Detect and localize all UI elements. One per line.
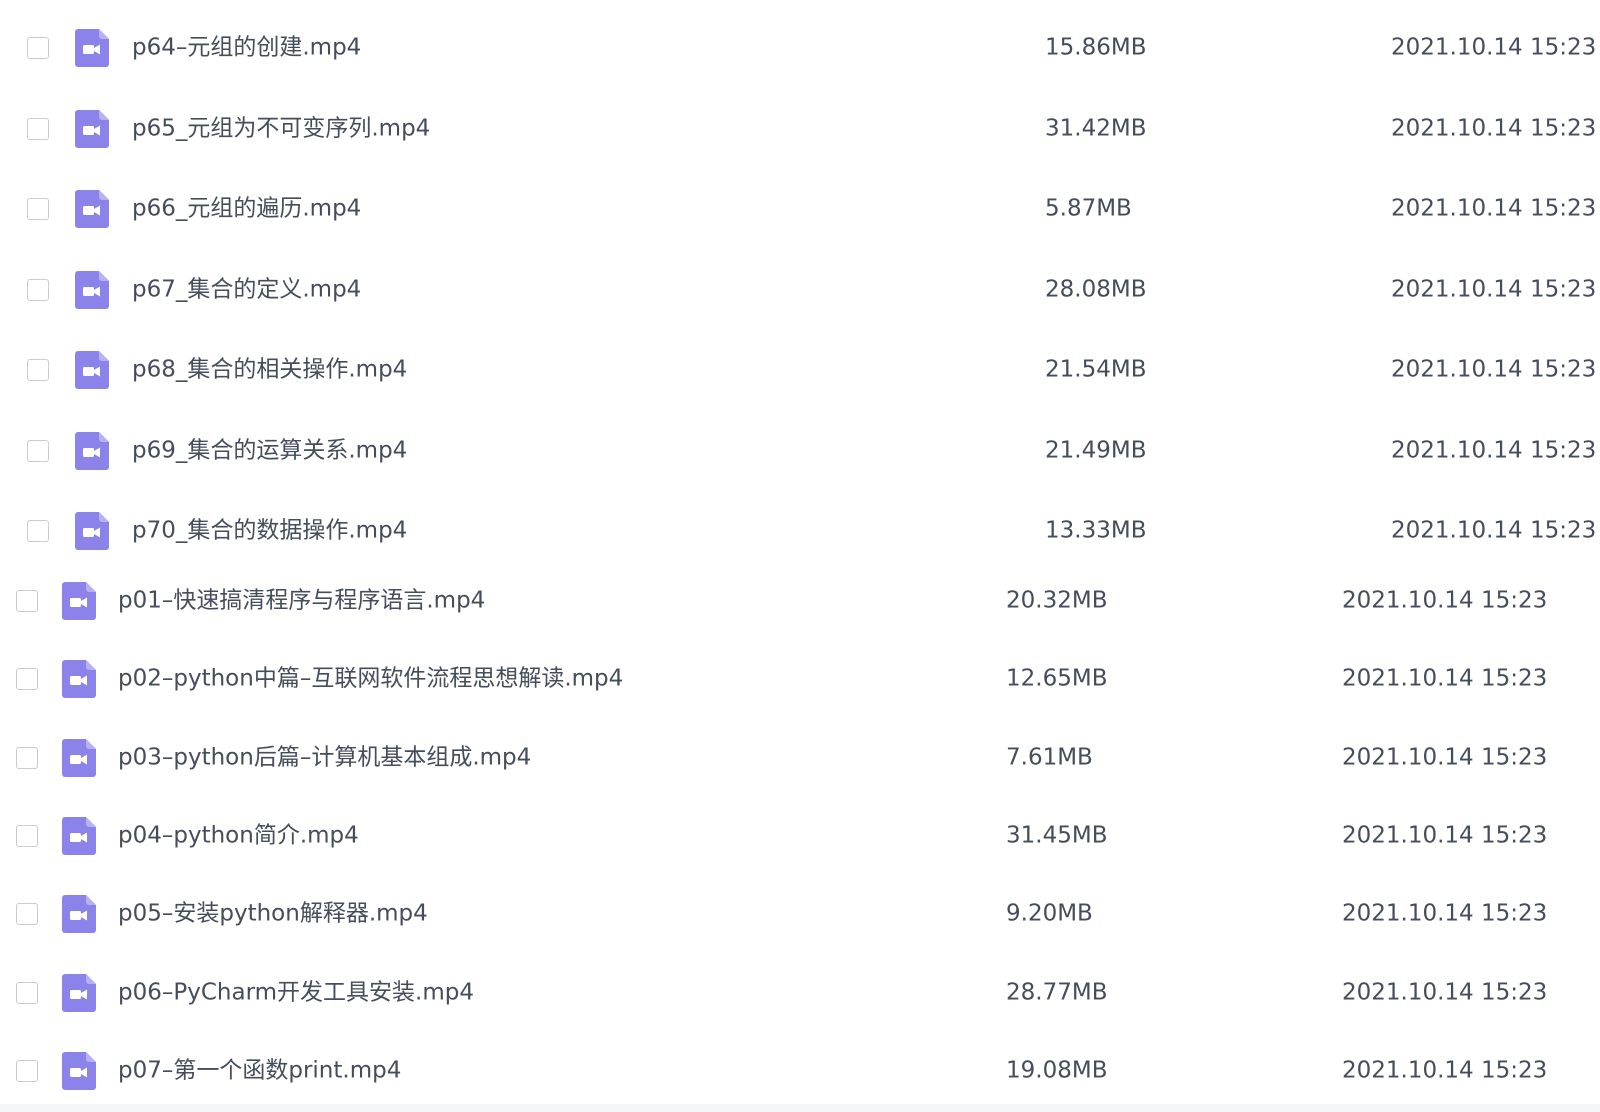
row-checkbox[interactable] <box>16 746 38 769</box>
video-file-icon <box>75 270 109 309</box>
file-row-section-b-2[interactable]: p02–python中篇–互联网软件流程思想解读.mp4 12.65MB 202… <box>0 640 1600 718</box>
file-size: 7.61MB <box>1006 744 1093 771</box>
file-row-section-b-3[interactable]: p03–python后篇–计算机基本组成.mp4 7.61MB 2021.10.… <box>0 719 1600 797</box>
file-name[interactable]: p03–python后篇–计算机基本组成.mp4 <box>118 746 531 769</box>
file-size: 28.77MB <box>1006 979 1108 1006</box>
row-checkbox[interactable] <box>27 198 49 221</box>
file-size: 20.32MB <box>1006 587 1108 614</box>
file-size: 21.49MB <box>1045 437 1147 464</box>
file-row-section-b-1[interactable]: p01–快速搞清程序与程序语言.mp4 20.32MB 2021.10.14 1… <box>0 562 1600 640</box>
file-name[interactable]: p66_元组的遍历.mp4 <box>132 197 361 221</box>
video-file-icon <box>62 895 96 934</box>
file-date: 2021.10.14 15:23 <box>1391 195 1597 222</box>
row-checkbox[interactable] <box>16 903 38 926</box>
file-name[interactable]: p06–PyCharm开发工具安装.mp4 <box>118 981 474 1004</box>
video-file-icon <box>62 582 96 621</box>
file-name[interactable]: p68_集合的相关操作.mp4 <box>132 358 407 382</box>
row-checkbox[interactable] <box>16 825 38 848</box>
video-file-icon <box>62 1051 96 1090</box>
row-checkbox[interactable] <box>27 520 49 543</box>
file-date: 2021.10.14 15:23 <box>1391 115 1597 142</box>
file-date: 2021.10.14 15:23 <box>1391 276 1597 303</box>
file-date: 2021.10.14 15:23 <box>1391 34 1597 61</box>
file-size: 28.08MB <box>1045 276 1147 303</box>
row-checkbox[interactable] <box>27 439 49 462</box>
file-name[interactable]: p65_元组为不可变序列.mp4 <box>132 117 430 140</box>
file-size: 5.87MB <box>1045 195 1132 222</box>
video-file-icon <box>62 738 96 777</box>
file-date: 2021.10.14 15:23 <box>1342 1057 1548 1084</box>
file-size: 15.86MB <box>1045 34 1147 61</box>
file-row-section-a-2[interactable]: p65_元组为不可变序列.mp4 31.42MB 2021.10.14 15:2… <box>0 89 1600 170</box>
file-row-section-b-7[interactable]: p07–第一个函数print.mp4 19.08MB 2021.10.14 15… <box>0 1032 1600 1110</box>
row-checkbox[interactable] <box>27 117 49 140</box>
file-name[interactable]: p04–python简介.mp4 <box>118 824 359 848</box>
file-name[interactable]: p69_集合的运算关系.mp4 <box>132 439 407 462</box>
file-date: 2021.10.14 15:23 <box>1391 517 1597 544</box>
file-date: 2021.10.14 15:23 <box>1391 437 1597 464</box>
video-file-icon <box>75 29 109 68</box>
file-date: 2021.10.14 15:23 <box>1342 822 1548 849</box>
file-name[interactable]: p64–元组的创建.mp4 <box>132 36 361 60</box>
file-date: 2021.10.14 15:23 <box>1342 900 1548 927</box>
row-checkbox[interactable] <box>16 590 38 613</box>
file-size: 21.54MB <box>1045 356 1147 383</box>
video-file-icon <box>75 512 109 551</box>
video-file-icon <box>75 109 109 148</box>
file-size: 12.65MB <box>1006 665 1108 692</box>
file-size: 31.45MB <box>1006 822 1108 849</box>
row-checkbox[interactable] <box>16 668 38 691</box>
file-date: 2021.10.14 15:23 <box>1391 356 1597 383</box>
file-size: 9.20MB <box>1006 900 1093 927</box>
file-row-section-b-6[interactable]: p06–PyCharm开发工具安装.mp4 28.77MB 2021.10.14… <box>0 953 1600 1031</box>
file-size: 31.42MB <box>1045 115 1147 142</box>
file-date: 2021.10.14 15:23 <box>1342 744 1548 771</box>
file-name[interactable]: p05–安装python解释器.mp4 <box>118 902 428 926</box>
file-row-section-a-4[interactable]: p67_集合的定义.mp4 28.08MB 2021.10.14 15:23 <box>0 250 1600 331</box>
file-list-section-b: p01–快速搞清程序与程序语言.mp4 20.32MB 2021.10.14 1… <box>0 562 1600 1110</box>
video-file-icon <box>62 973 96 1012</box>
video-file-icon <box>62 817 96 856</box>
file-date: 2021.10.14 15:23 <box>1342 979 1548 1006</box>
file-name[interactable]: p70_集合的数据操作.mp4 <box>132 519 407 543</box>
video-file-icon <box>75 351 109 390</box>
file-row-section-a-1[interactable]: p64–元组的创建.mp4 15.86MB 2021.10.14 15:23 <box>0 8 1600 89</box>
file-date: 2021.10.14 15:23 <box>1342 665 1548 692</box>
file-size: 13.33MB <box>1045 517 1147 544</box>
video-file-icon <box>75 431 109 470</box>
file-name[interactable]: p07–第一个函数print.mp4 <box>118 1059 401 1082</box>
file-row-section-b-4[interactable]: p04–python简介.mp4 31.45MB 2021.10.14 15:2… <box>0 797 1600 875</box>
bottom-strip <box>0 1104 1600 1112</box>
row-checkbox[interactable] <box>16 981 38 1004</box>
file-name[interactable]: p02–python中篇–互联网软件流程思想解读.mp4 <box>118 667 623 691</box>
file-date: 2021.10.14 15:23 <box>1342 587 1548 614</box>
file-name[interactable]: p67_集合的定义.mp4 <box>132 278 361 301</box>
file-list-section-a: p64–元组的创建.mp4 15.86MB 2021.10.14 15:23 p… <box>0 8 1600 572</box>
row-checkbox[interactable] <box>27 37 49 60</box>
file-browser: p64–元组的创建.mp4 15.86MB 2021.10.14 15:23 p… <box>0 0 1600 1112</box>
row-checkbox[interactable] <box>16 1059 38 1082</box>
file-row-section-a-7[interactable]: p70_集合的数据操作.mp4 13.33MB 2021.10.14 15:23 <box>0 491 1600 572</box>
file-row-section-b-5[interactable]: p05–安装python解释器.mp4 9.20MB 2021.10.14 15… <box>0 875 1600 953</box>
file-row-section-a-6[interactable]: p69_集合的运算关系.mp4 21.49MB 2021.10.14 15:23 <box>0 411 1600 492</box>
file-row-section-a-5[interactable]: p68_集合的相关操作.mp4 21.54MB 2021.10.14 15:23 <box>0 330 1600 411</box>
video-file-icon <box>75 190 109 229</box>
file-name[interactable]: p01–快速搞清程序与程序语言.mp4 <box>118 589 485 613</box>
file-size: 19.08MB <box>1006 1057 1108 1084</box>
file-row-section-a-3[interactable]: p66_元组的遍历.mp4 5.87MB 2021.10.14 15:23 <box>0 169 1600 250</box>
row-checkbox[interactable] <box>27 359 49 382</box>
row-checkbox[interactable] <box>27 278 49 301</box>
video-file-icon <box>62 660 96 699</box>
